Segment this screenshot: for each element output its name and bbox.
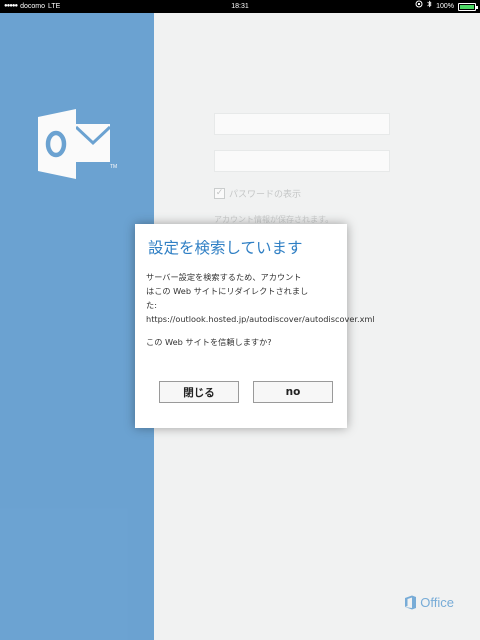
clock: 18:31 — [231, 3, 249, 10]
status-right: 100% — [415, 0, 478, 13]
dialog-question: この Web サイトを信頼しますか? — [146, 337, 272, 347]
no-button[interactable]: no — [253, 381, 333, 403]
dialog-message: サーバー設定を検索するため、アカウント はこの Web サイトにリダイレクトされ… — [146, 272, 375, 324]
battery-icon — [458, 2, 478, 11]
battery-percent: 100% — [436, 3, 454, 10]
bluetooth-icon — [427, 0, 432, 13]
autodiscover-dialog: 設定を検索しています サーバー設定を検索するため、アカウント はこの Web サ… — [135, 224, 375, 428]
battery-fill — [460, 4, 474, 9]
close-button[interactable]: 閉じる — [159, 381, 239, 403]
dialog-title: 設定を検索しています — [148, 239, 303, 257]
orientation-lock-icon — [415, 0, 423, 13]
status-bar: ●●●●● docomo LTE 18:31 100% — [0, 0, 480, 13]
